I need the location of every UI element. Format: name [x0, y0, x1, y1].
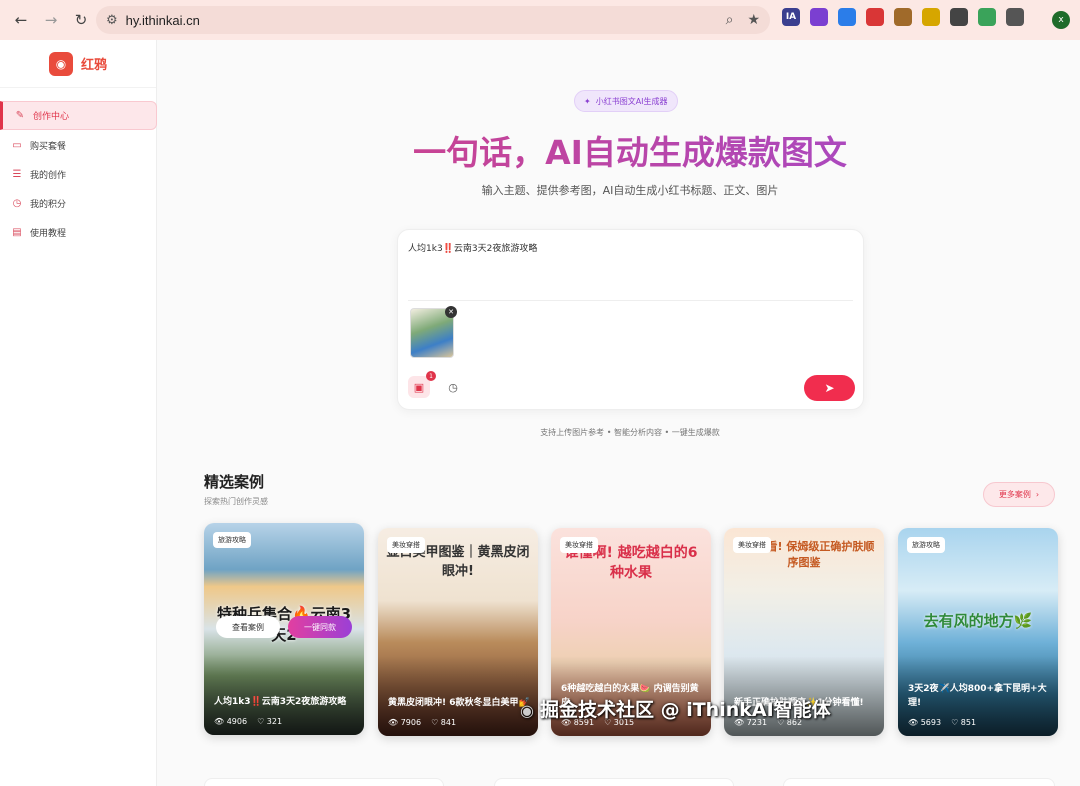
brand-name: 红鸦 — [80, 58, 107, 73]
views-icon: 👁 7906 — [388, 718, 422, 727]
next-row-card — [783, 778, 1055, 786]
bookmark-star-icon[interactable]: ★ — [747, 12, 760, 28]
section-subtitle: 探索热门创作灵感 — [204, 497, 268, 506]
extension-bar: IA — [782, 8, 1024, 26]
case-card[interactable]: 去有风的地方🌿 旅游攻略 3天2夜✈️人均800+拿下昆明+大理! 👁 5693… — [898, 528, 1058, 736]
views-count: 4906 — [226, 717, 248, 726]
card-tag: 旅游攻略 — [213, 532, 251, 548]
card-title: 3天2夜✈️人均800+拿下昆明+大理! — [908, 684, 1047, 708]
list-icon: ☰ — [12, 168, 22, 180]
product-pill: ✦ 小红书图文AI生成器 — [574, 90, 678, 112]
crow-logo-icon: ◉ — [48, 51, 73, 76]
forward-icon[interactable]: → — [38, 7, 64, 33]
send-button[interactable]: ➤ — [804, 375, 855, 401]
sidebar: ◉ 红鸦 ✎ 创作中心 ▭ 购买套餐 ☰ 我的创作 ◷ 我的积分 ▤ 使用教程 — [0, 40, 157, 786]
clock-icon: ◷ — [12, 197, 22, 209]
likes-count: 321 — [266, 717, 283, 726]
sidebar-item-label: 购买套餐 — [30, 141, 67, 152]
history-clock-icon: ◷ — [448, 380, 458, 394]
ext-7-icon[interactable] — [950, 8, 968, 26]
card-stats: 👁 7906 ♡ 841 — [388, 718, 456, 727]
ext-6-icon[interactable] — [922, 8, 940, 26]
card-tag: 美妆穿搭 — [560, 537, 598, 553]
more-cases-label: 更多案例 — [998, 490, 1031, 499]
prompt-composer: 人均1k3‼️云南3天2夜旅游攻略 ✕ ▣ 1 ◷ ➤ — [397, 229, 864, 410]
sparkle-icon: ✦ — [584, 96, 591, 106]
url-text: hy.ithinkai.cn — [125, 12, 200, 28]
page-subtitle: 输入主题、提供参考图，AI自动生成小红书标题、正文、图片 — [481, 184, 779, 197]
card-icon: ▭ — [12, 139, 22, 151]
views-icon: 👁 4906 — [214, 717, 248, 726]
likes-icon: ♡ 841 — [431, 718, 457, 727]
book-icon: ▤ — [12, 226, 22, 238]
likes-count: 841 — [440, 718, 457, 727]
zoom-icon[interactable]: ⌕ — [726, 12, 734, 28]
view-case-button[interactable]: 查看案例 — [216, 616, 280, 638]
card-image-headline: 去有风的地方🌿 — [923, 612, 1033, 630]
next-row-card — [494, 778, 734, 786]
views-count: 5693 — [920, 718, 942, 727]
pencil-icon: ✎ — [15, 110, 25, 121]
ext-2-icon[interactable] — [810, 8, 828, 26]
card-stats: 👁 4906 ♡ 321 — [214, 717, 282, 726]
main-content: ✦ 小红书图文AI生成器 一句话，AI自动生成爆款图文 输入主题、提供参考图，A… — [157, 40, 1080, 786]
card-tag: 旅游攻略 — [907, 537, 945, 553]
translate-ext-icon[interactable] — [838, 8, 856, 26]
likes-icon: ♡ 321 — [257, 717, 283, 726]
back-icon[interactable]: ← — [8, 7, 34, 33]
sidebar-item-label: 创作中心 — [33, 112, 70, 122]
sidebar-item-tutorial[interactable]: ▤ 使用教程 — [0, 218, 156, 246]
case-card[interactable]: 特种兵集合🔥云南3天2 旅游攻略 查看案例 一键同款 人均1k3‼️云南3天2夜… — [204, 523, 364, 735]
one-click-same-button[interactable]: 一键同款 — [288, 616, 352, 638]
profile-avatar[interactable]: x — [1052, 11, 1070, 29]
brand-logo[interactable]: ◉ 红鸦 — [0, 40, 156, 88]
wechat-icon: ◉ — [520, 701, 534, 720]
card-title: 黄黑皮闭眼冲! 6款秋冬显白美甲💅 — [388, 698, 530, 708]
sidebar-item-create-center[interactable]: ✎ 创作中心 — [0, 101, 157, 130]
views-count: 7906 — [400, 718, 422, 727]
views-icon: 👁 5693 — [908, 718, 942, 727]
likes-icon: ♡ 851 — [951, 718, 977, 727]
image-icon: ▣ — [413, 380, 425, 394]
case-card[interactable]: 显白美甲图鉴｜黄黑皮闭眼冲! 美妆穿搭 黄黑皮闭眼冲! 6款秋冬显白美甲💅 👁 … — [378, 528, 538, 736]
sidebar-nav: ✎ 创作中心 ▭ 购买套餐 ☰ 我的创作 ◷ 我的积分 ▤ 使用教程 — [0, 88, 157, 246]
card-title: 人均1k3‼️云南3天2夜旅游攻略 — [214, 697, 347, 707]
sidebar-item-label: 使用教程 — [30, 228, 67, 239]
more-cases-button[interactable]: 更多案例 › — [983, 482, 1055, 507]
history-button[interactable]: ◷ — [442, 376, 464, 398]
card-tag: 美妆穿搭 — [733, 537, 771, 553]
puzzle-ext-icon[interactable] — [1006, 8, 1024, 26]
watermark-text: 掘金技术社区 @ iThinkAI智能体 — [539, 699, 831, 721]
chevron-right-icon: › — [1035, 490, 1040, 499]
sidebar-item-my-creations[interactable]: ☰ 我的创作 — [0, 160, 156, 188]
watermark: ◉ 掘金技术社区 @ iThinkAI智能体 — [520, 695, 831, 722]
likes-count: 851 — [960, 718, 977, 727]
page-title: 一句话，AI自动生成爆款图文 — [157, 126, 1080, 174]
pill-label: 小红书图文AI生成器 — [595, 96, 668, 106]
card-stats: 👁 5693 ♡ 851 — [908, 718, 976, 727]
address-bar[interactable]: ⚙ hy.ithinkai.cn ⌕ ★ — [96, 6, 770, 34]
feature-list: 支持上传图片参考 • 智能分析内容 • 一键生成爆款 — [540, 428, 720, 437]
browser-toolbar: ← → ↻ ⚙ hy.ithinkai.cn ⌕ ★ IA x — [0, 0, 1080, 40]
site-settings-icon[interactable]: ⚙ — [106, 13, 118, 28]
send-arrow-icon: ➤ — [824, 381, 835, 395]
ia-ext-icon[interactable]: IA — [782, 8, 800, 26]
pokeball-ext-icon[interactable] — [866, 8, 884, 26]
reference-image-thumbnail[interactable]: ✕ — [410, 306, 457, 358]
sidebar-item-my-points[interactable]: ◷ 我的积分 — [0, 189, 156, 217]
ext-8-icon[interactable] — [978, 8, 996, 26]
card-tag: 美妆穿搭 — [387, 537, 425, 553]
next-row-card — [204, 778, 444, 786]
composer-divider — [408, 300, 853, 301]
sidebar-item-label: 我的积分 — [30, 199, 67, 210]
remove-image-icon[interactable]: ✕ — [445, 306, 457, 318]
image-count-badge: 1 — [426, 371, 436, 381]
sidebar-item-buy-plan[interactable]: ▭ 购买套餐 — [0, 131, 156, 159]
reload-icon[interactable]: ↻ — [68, 7, 94, 33]
section-title: 精选案例 — [204, 473, 265, 491]
sidebar-item-label: 我的创作 — [30, 170, 67, 181]
cookie-ext-icon[interactable] — [894, 8, 912, 26]
prompt-input[interactable]: 人均1k3‼️云南3天2夜旅游攻略 — [408, 241, 537, 254]
